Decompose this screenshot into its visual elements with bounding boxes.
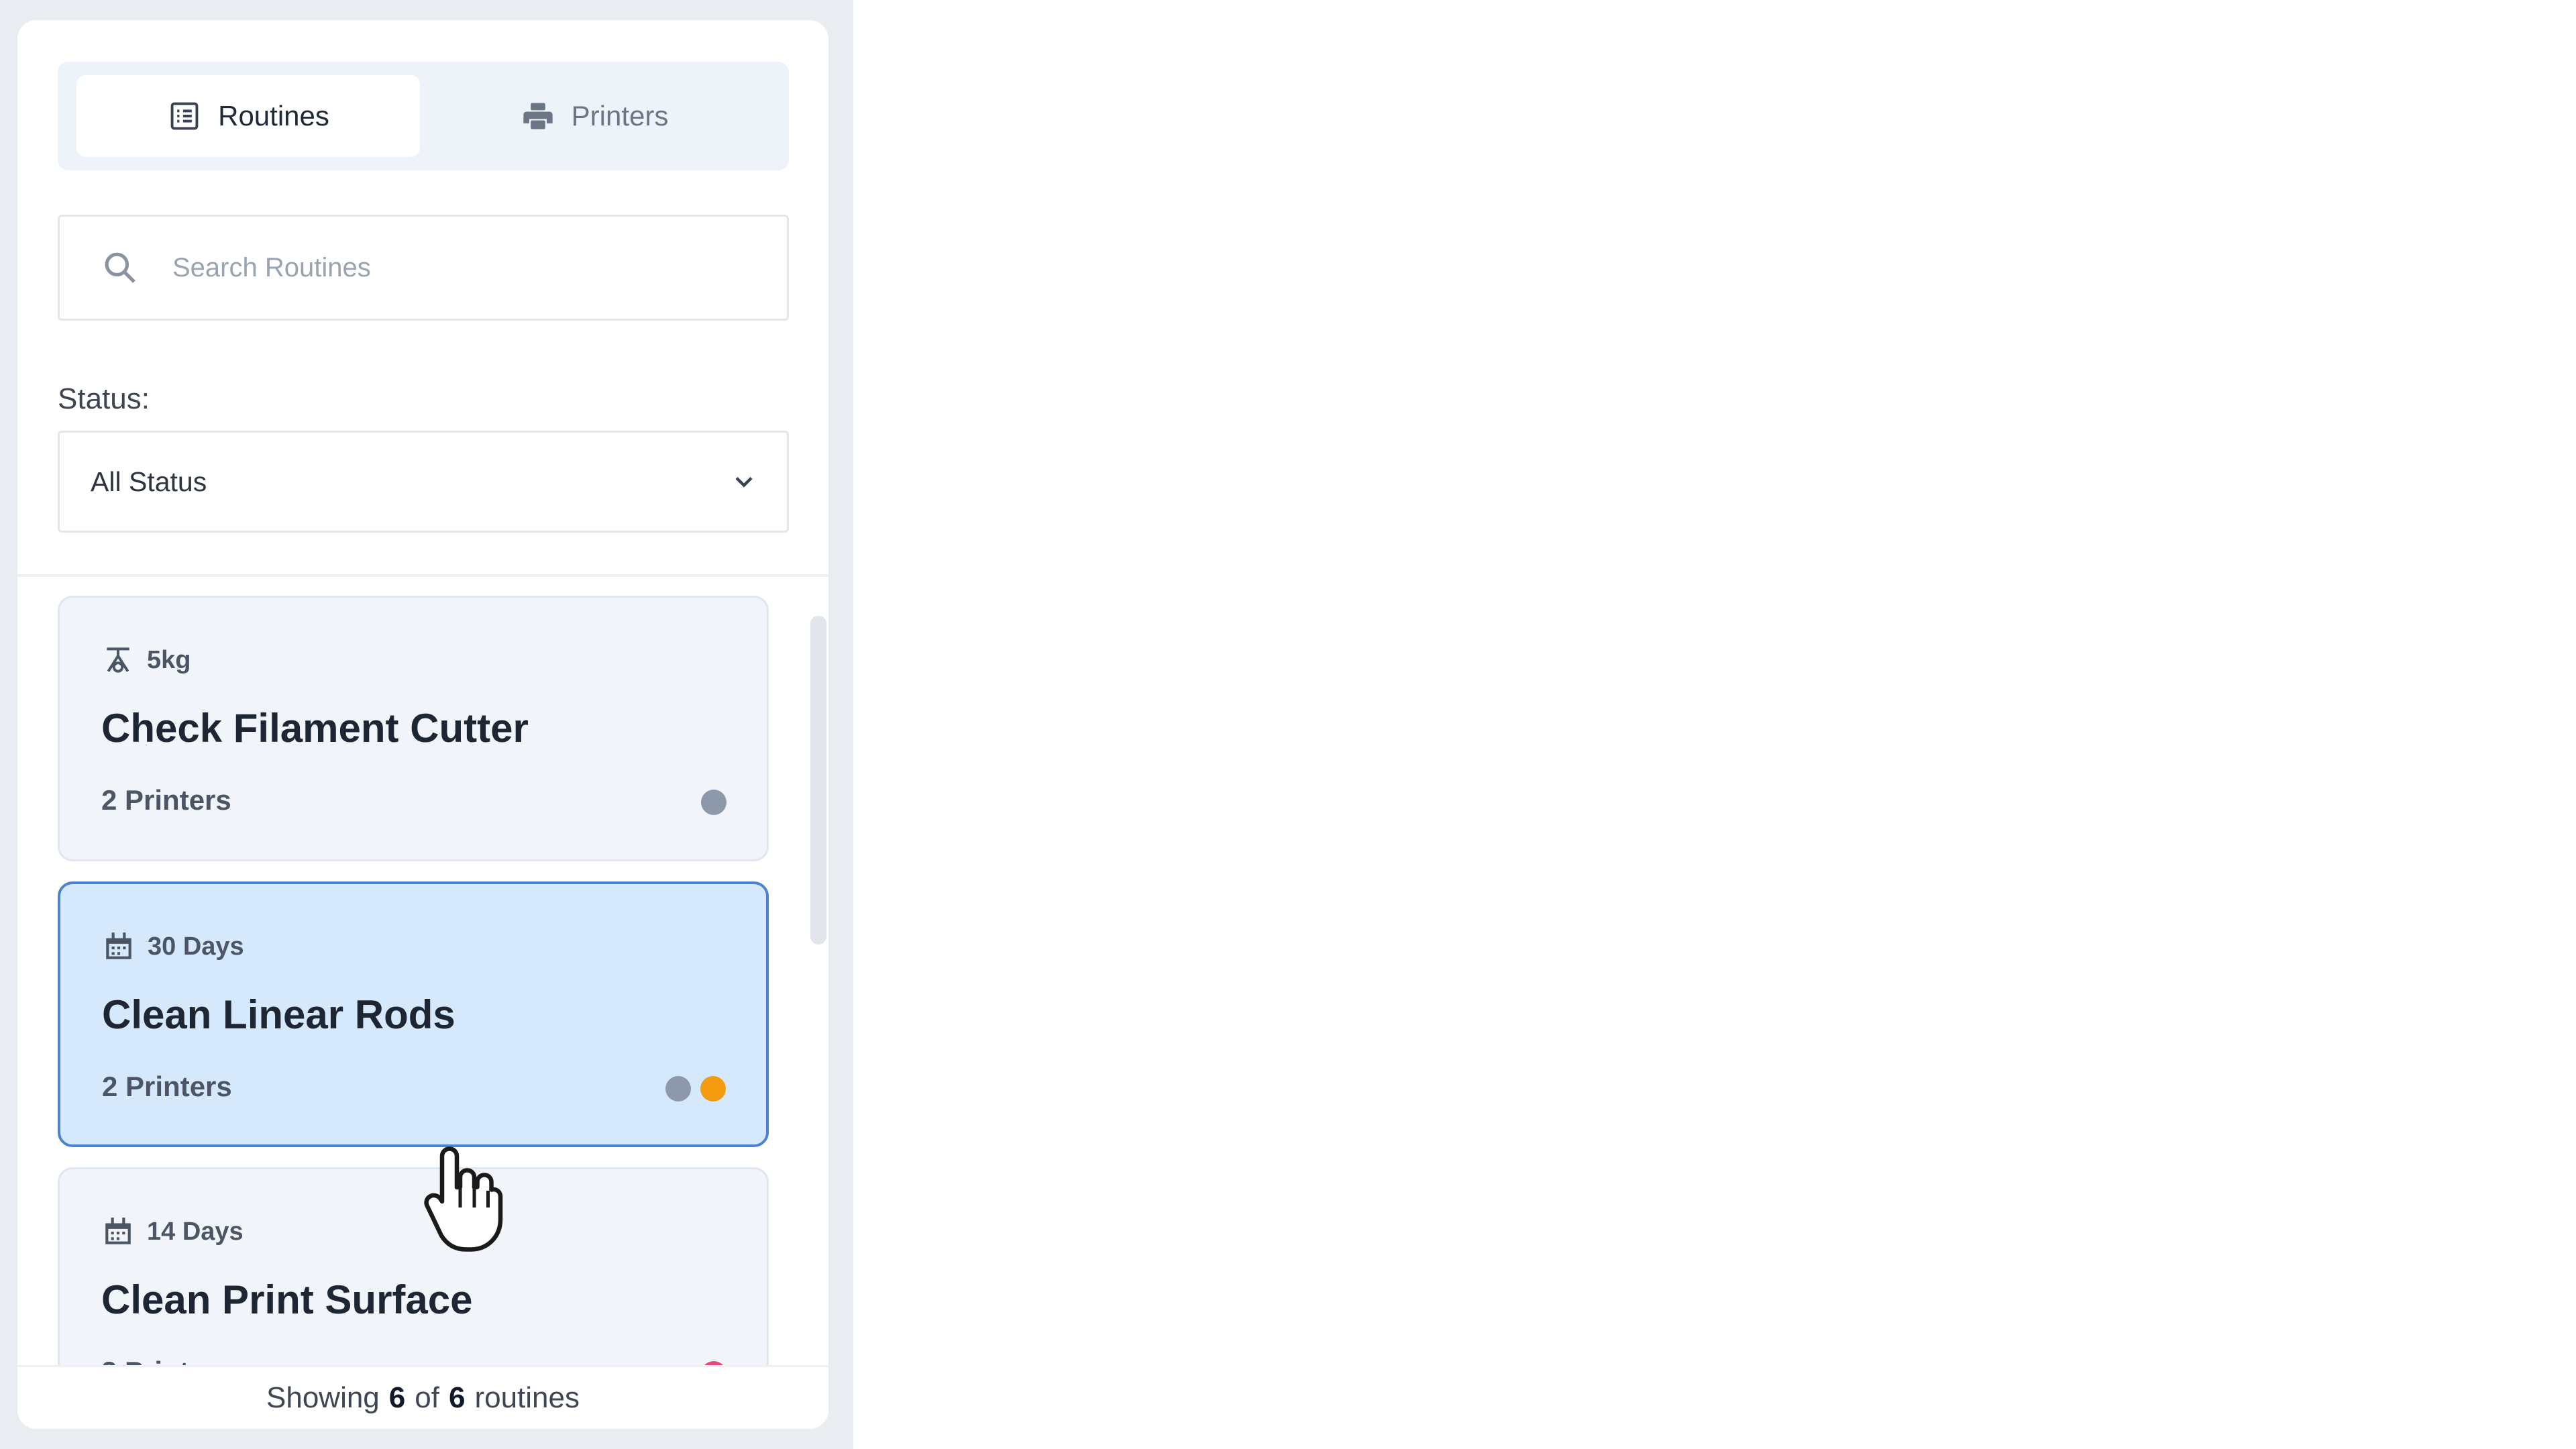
routine-card[interactable]: 5kg Check Filament Cutter 2 Printers <box>58 596 769 861</box>
status-filter-label: Status: <box>58 382 150 415</box>
status-dots <box>665 1076 726 1102</box>
routine-interval-text: 30 Days <box>148 932 244 961</box>
routine-interval: 14 Days <box>101 1215 244 1248</box>
status-dot <box>700 1076 726 1102</box>
list-scrollbar[interactable] <box>810 616 826 945</box>
calendar-icon <box>106 932 131 959</box>
tab-routines[interactable]: Routines <box>76 75 420 157</box>
status-select-value: All Status <box>91 466 207 497</box>
routine-interval: 30 Days <box>102 930 244 963</box>
routine-card-selected[interactable]: 30 Days Clean Linear Rods 2 Printers <box>58 881 769 1147</box>
chevron-down-icon <box>735 476 753 488</box>
routine-title: Clean Print Surface <box>101 1277 473 1322</box>
status-dot <box>665 1076 691 1102</box>
summary-shown-count: 6 <box>388 1381 406 1414</box>
search-icon <box>105 252 136 283</box>
routine-printer-count: 2 Printers <box>101 1356 231 1365</box>
tab-printers-label: Printers <box>571 100 669 131</box>
status-select[interactable]: All Status <box>58 431 789 533</box>
tab-switcher: Routines Printers <box>58 62 789 170</box>
search-input[interactable] <box>172 252 709 283</box>
summary-prefix: Showing <box>266 1381 380 1414</box>
tab-routines-label: Routines <box>218 100 329 131</box>
search-box <box>58 215 789 321</box>
routine-card[interactable]: 14 Days Clean Print Surface 2 Printers <box>58 1167 769 1365</box>
calendar-icon <box>105 1218 131 1244</box>
hand-cursor-icon <box>424 1146 503 1252</box>
routine-printer-count: 2 Printers <box>101 784 231 816</box>
status-dot <box>701 790 727 815</box>
routine-interval-text: 14 Days <box>147 1217 244 1246</box>
routine-interval: 5kg <box>101 643 191 677</box>
routine-printer-count: 2 Printers <box>102 1071 232 1102</box>
scale-icon <box>107 647 129 673</box>
routine-title: Check Filament Cutter <box>101 706 529 751</box>
tab-printers[interactable]: Printers <box>423 75 766 157</box>
status-dots <box>701 790 727 815</box>
printer-icon <box>523 103 553 129</box>
routine-interval-text: 5kg <box>147 645 191 674</box>
results-summary: Showing 6 of 6 routines <box>17 1365 828 1429</box>
list-icon <box>170 102 199 130</box>
routine-title: Clean Linear Rods <box>102 992 455 1037</box>
summary-suffix: routines <box>474 1381 580 1414</box>
summary-total-count: 6 <box>448 1381 466 1414</box>
summary-of: of <box>415 1381 439 1414</box>
